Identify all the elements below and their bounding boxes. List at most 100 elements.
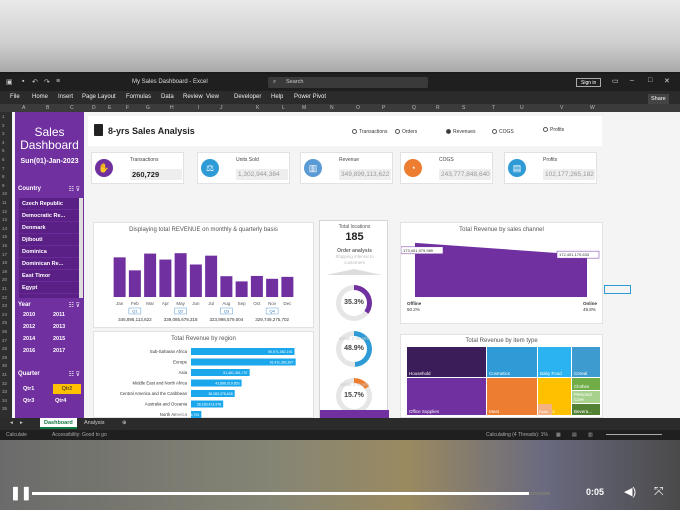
customize-icon[interactable]: ≡ (56, 78, 60, 85)
column-header[interactable]: T (492, 105, 495, 111)
row-header[interactable]: 19 (2, 269, 7, 274)
row-header[interactable]: 32 (2, 381, 7, 386)
row-header[interactable]: 33 (2, 389, 7, 394)
row-header[interactable]: 7 (2, 166, 5, 171)
country-item[interactable]: Dominica (19, 246, 79, 258)
month-bar[interactable] (281, 276, 294, 297)
menu-view[interactable]: View (206, 94, 219, 100)
year-item[interactable]: 2012 (23, 324, 35, 330)
year-item[interactable]: 2015 (53, 336, 65, 342)
minimize-icon[interactable]: – (630, 77, 634, 84)
radio-profits[interactable]: Profits (543, 127, 564, 133)
tree-household[interactable]: Household (407, 347, 486, 377)
column-header[interactable]: P (382, 105, 385, 111)
column-header[interactable]: S (462, 105, 465, 111)
tree-clothes[interactable]: Clothes (572, 378, 600, 390)
row-header[interactable]: 23 (2, 303, 7, 308)
tree-fruits[interactable]: Fruits (538, 404, 552, 415)
quarter-2-selected[interactable]: Qtr2 (53, 384, 81, 394)
menu-home[interactable]: Home (32, 94, 48, 100)
radio-orders[interactable]: Orders (395, 129, 417, 135)
year-filter-icons[interactable]: ☷ ⊽ (69, 302, 80, 309)
month-bar[interactable] (266, 278, 279, 297)
month-bar[interactable] (235, 281, 248, 297)
quarter-4[interactable]: Qtr4 (55, 398, 66, 404)
column-header[interactable]: W (590, 105, 595, 111)
month-bar[interactable] (144, 253, 157, 297)
row-header[interactable]: 21 (2, 286, 7, 291)
row-header[interactable]: 27 (2, 338, 7, 343)
tab-dashboard[interactable]: Dashboard (40, 418, 77, 429)
row-header[interactable]: 24 (2, 312, 7, 317)
redo-icon[interactable]: ↷ (44, 78, 50, 86)
country-item[interactable]: East Timor (19, 270, 79, 282)
normal-view-icon[interactable]: ▦ (556, 432, 561, 438)
country-item[interactable]: Egypt (19, 282, 79, 294)
ribbon-display-icon[interactable]: ▭ (612, 77, 619, 85)
column-header[interactable]: C (70, 105, 74, 111)
row-header[interactable]: 17 (2, 252, 7, 257)
country-item[interactable]: Denmark (19, 222, 79, 234)
month-bar[interactable] (189, 264, 202, 298)
quarter-filter-icons[interactable]: ☷ ⊽ (69, 371, 80, 378)
row-header[interactable]: 28 (2, 346, 7, 351)
year-item[interactable]: 2016 (23, 348, 35, 354)
column-header[interactable]: E (108, 105, 111, 111)
tab-next-icon[interactable]: ▸ (20, 420, 23, 426)
menu-page-layout[interactable]: Page Layout (82, 94, 116, 100)
menu-review[interactable]: Review (183, 94, 203, 100)
tab-analysis[interactable]: Analysis (84, 420, 104, 426)
column-header[interactable]: D (92, 105, 96, 111)
country-scrollbar[interactable] (79, 198, 83, 298)
fullscreen-icon[interactable]: ⤧ (654, 484, 664, 499)
row-header[interactable]: 22 (2, 295, 7, 300)
column-header[interactable]: H (170, 105, 174, 111)
share-button[interactable]: Share (648, 94, 669, 104)
row-header[interactable]: 10 (2, 191, 7, 196)
radio-revenues[interactable]: Revenues (446, 129, 476, 135)
row-header[interactable]: 8 (2, 174, 5, 179)
tree-baby-food[interactable]: Baby Food (538, 347, 571, 377)
tree-beverages[interactable]: Bevera... (572, 404, 600, 415)
add-sheet-icon[interactable]: ⊕ (122, 420, 127, 426)
column-header[interactable]: G (146, 105, 150, 111)
row-header[interactable]: 29 (2, 355, 7, 360)
page-layout-icon[interactable]: ▤ (572, 432, 577, 438)
row-header[interactable]: 9 (2, 183, 5, 188)
zoom-slider[interactable] (606, 434, 662, 435)
tree-meat[interactable]: Meat (487, 378, 537, 415)
row-header[interactable]: 26 (2, 329, 7, 334)
row-header[interactable]: 34 (2, 398, 7, 403)
row-header[interactable]: 4 (2, 140, 5, 145)
row-header[interactable]: 12 (2, 209, 7, 214)
search-box[interactable]: ⌕ Search (268, 77, 428, 88)
column-header[interactable]: F (126, 105, 129, 111)
sign-in-button[interactable]: Sign in (576, 78, 602, 87)
row-header[interactable]: 18 (2, 260, 7, 265)
quarter-3[interactable]: Qtr3 (23, 398, 34, 404)
row-header[interactable]: 30 (2, 363, 7, 368)
column-header[interactable]: N (330, 105, 334, 111)
column-header[interactable]: R (436, 105, 440, 111)
row-header[interactable]: 15 (2, 234, 7, 239)
tab-prev-icon[interactable]: ◂ (10, 420, 13, 426)
menu-formulas[interactable]: Formulas (126, 94, 151, 100)
save-icon[interactable]: ▪ (22, 78, 24, 85)
menu-file[interactable]: File (10, 94, 20, 100)
row-header[interactable]: 3 (2, 131, 5, 136)
column-header[interactable]: I (198, 105, 199, 111)
column-header[interactable]: L (282, 105, 285, 111)
menu-power-pivot[interactable]: Power Pivot (294, 94, 326, 100)
column-header[interactable]: Q (412, 105, 416, 111)
column-header[interactable]: J (220, 105, 223, 111)
month-bar[interactable] (113, 257, 126, 297)
column-header[interactable]: O (356, 105, 360, 111)
month-bar[interactable] (128, 270, 141, 297)
accessibility-status[interactable]: Accessibility: Good to go (52, 432, 107, 438)
column-header[interactable]: B (46, 105, 49, 111)
progress-bar[interactable] (32, 492, 550, 495)
column-header[interactable]: V (560, 105, 563, 111)
row-header[interactable]: 31 (2, 372, 7, 377)
tree-personal-care[interactable]: Personal Care (572, 391, 600, 403)
month-bar[interactable] (205, 255, 218, 297)
